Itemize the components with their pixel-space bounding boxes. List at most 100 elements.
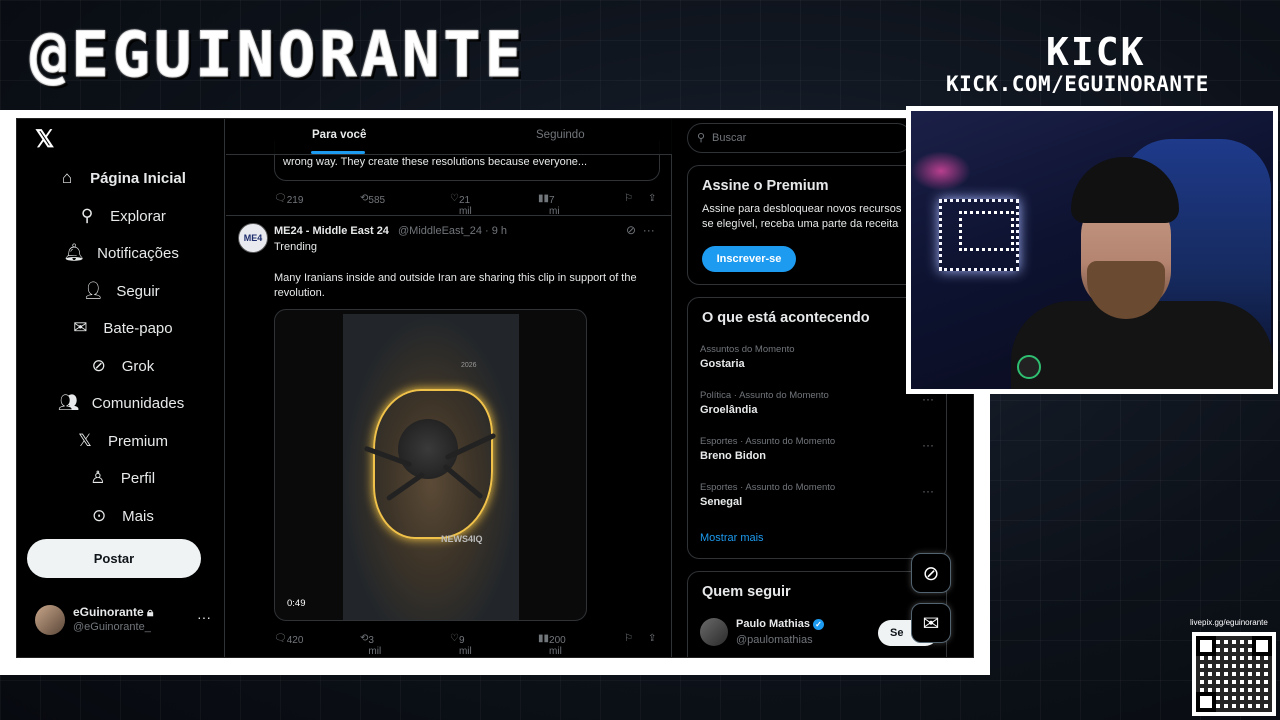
sidebar-item-profile[interactable]: ♙ Perfil (17, 463, 225, 493)
sidebar-item-chat[interactable]: ✉ Bate-papo (17, 313, 225, 343)
more-options-icon[interactable]: ··· (922, 484, 934, 498)
kick-channel-url: KICK.COM/EGUINORANTE (946, 72, 1209, 96)
webcam-frame (906, 106, 1278, 394)
search-input[interactable]: ⚲ Buscar (687, 123, 912, 153)
video-duration: 0:49 (287, 598, 306, 609)
avatar[interactable]: ME4 (238, 223, 268, 253)
sidebar-item-explore[interactable]: ⚲ Explorar (17, 201, 225, 231)
sidebar-item-communities[interactable]: 👥︎ Comunidades (17, 388, 225, 418)
reply-button[interactable]: 🗨︎ 219 (274, 193, 303, 206)
timeline: Para você Seguindo wrong way. They creat… (226, 119, 672, 657)
share-icon[interactable]: ⇪ (648, 633, 656, 644)
post-actions: 🗨︎ 420 ⟲ 3 mil ♡ 9 mil ▮▮ 200 mil ⚐ ⇪ (274, 631, 664, 657)
who-to-follow-title: Quem seguir (702, 584, 791, 600)
post-author[interactable]: ME24 - Middle East 24 (274, 225, 389, 237)
bookmark-icon[interactable]: ⚐ (624, 633, 633, 644)
repost-button[interactable]: ⟲ 3 mil (360, 633, 381, 657)
home-icon: ⌂ (61, 168, 73, 187)
trends-title: O que está acontecendo (702, 310, 870, 326)
left-sidebar: 𝕏 ⌂ Página Inicial ⚲ Explorar 🔔︎ Notific… (17, 119, 225, 657)
more-options-icon[interactable]: ··· (643, 223, 655, 237)
sidebar-item-label: Bate-papo (103, 319, 173, 337)
screen-capture-frame: 𝕏 ⌂ Página Inicial ⚲ Explorar 🔔︎ Notific… (0, 110, 990, 675)
timeline-tabs: Para você Seguindo (226, 119, 672, 155)
sidebar-item-label: Mais (122, 507, 154, 525)
mail-icon[interactable]: ✉ (911, 603, 951, 643)
search-icon: ⚲ (697, 132, 706, 144)
video-watermark: NEWS4IQ (441, 534, 483, 544)
trend-item[interactable]: Esportes · Assunto do Momento Senegal ··… (700, 482, 940, 518)
share-icon[interactable]: ⇪ (648, 193, 656, 204)
more-options-icon[interactable]: ··· (922, 438, 934, 452)
grok-icon[interactable]: ⊘ (911, 553, 951, 593)
profile-handle: @eGuinorante_ (73, 621, 151, 633)
profile-icon: ♙ (90, 468, 106, 487)
neon-light (911, 151, 971, 191)
sidebar-item-label: Comunidades (91, 394, 185, 412)
bookmark-icon[interactable]: ⚐ (624, 193, 633, 204)
avatar (35, 605, 65, 635)
sidebar-item-label: Grok (121, 357, 155, 375)
sidebar-item-label: Premium (107, 432, 168, 450)
microphone (1017, 355, 1041, 379)
communities-icon: 👥︎ (57, 393, 80, 412)
video-year: 2026 (461, 362, 477, 369)
sidebar-item-follow[interactable]: 👤︎ Seguir (17, 276, 225, 306)
post-button[interactable]: Postar (27, 539, 201, 578)
tab-following[interactable]: Seguindo (536, 129, 585, 141)
trend-item[interactable]: Política · Assunto do Momento Groelândia… (700, 390, 940, 426)
follow-icon: 👤︎ (82, 281, 105, 300)
active-tab-indicator (311, 151, 365, 154)
quoted-post-text: wrong way. They create these resolutions… (283, 156, 588, 168)
kick-logo: KICK (1046, 30, 1146, 74)
sidebar-item-label: Notificações (97, 244, 179, 262)
reply-button[interactable]: 🗨︎ 420 (274, 633, 303, 646)
verified-badge-icon: ✓ (812, 618, 824, 630)
trend-item[interactable]: Assuntos do Momento Gostaria (700, 344, 940, 380)
like-button[interactable]: ♡ 9 mil (450, 633, 472, 657)
sidebar-item-more[interactable]: ⊙ Mais (17, 501, 225, 531)
avatar[interactable] (700, 618, 728, 646)
bell-icon: 🔔︎ (63, 243, 85, 262)
views-button[interactable]: ▮▮ 7 mi (538, 193, 560, 217)
post-video[interactable]: 2026 NEWS4IQ 0:49 (274, 309, 587, 621)
sidebar-item-label: Página Inicial (90, 169, 186, 187)
sidebar-item-notifications[interactable]: 🔔︎ Notificações (17, 238, 225, 268)
video-frame: 2026 NEWS4IQ (343, 314, 519, 620)
who-to-follow-card: Quem seguir Paulo Mathias ✓ @paulomathias… (687, 571, 947, 657)
lock-icon: 🔒︎ (147, 605, 154, 619)
post-actions: 🗨︎ 219 ⟲ 585 ♡ 21 mil ▮▮ 7 mi ⚐ ⇪ (274, 191, 664, 217)
grok-icon: ⊘ (91, 356, 106, 375)
show-more-link[interactable]: Mostrar mais (700, 532, 764, 544)
like-button[interactable]: ♡ 21 mil (450, 193, 472, 217)
mail-icon: ✉ (73, 318, 88, 337)
more-icon: ⊙ (92, 506, 107, 525)
sidebar-item-grok[interactable]: ⊘ Grok (17, 351, 225, 381)
more-options-icon[interactable]: ··· (922, 392, 934, 406)
trend-item[interactable]: Esportes · Assunto do Momento Breno Bido… (700, 436, 940, 472)
suggested-user-handle: @paulomathias (736, 634, 813, 646)
tab-for-you[interactable]: Para você (312, 129, 366, 141)
more-options-icon[interactable]: ··· (197, 609, 211, 625)
views-button[interactable]: ▮▮ 200 mil (538, 633, 566, 657)
led-lights (959, 211, 1014, 251)
x-app-window: 𝕏 ⌂ Página Inicial ⚲ Explorar 🔔︎ Notific… (16, 118, 974, 658)
suggested-user-name[interactable]: Paulo Mathias ✓ (736, 618, 824, 630)
post-header-icons: ⊘ ··· (626, 223, 655, 237)
sidebar-item-premium[interactable]: 𝕏 Premium (17, 426, 225, 456)
webcam-feed (911, 111, 1273, 389)
x-icon: 𝕏 (78, 431, 92, 450)
post-text: Many Iranians inside and outside Iran ar… (274, 272, 637, 299)
search-placeholder: Buscar (712, 132, 747, 144)
grok-icon[interactable]: ⊘ (626, 223, 636, 237)
post-handle-time[interactable]: @MiddleEast_24 · 9 h (398, 225, 507, 237)
search-icon: ⚲ (80, 206, 94, 225)
divider (226, 215, 672, 216)
repost-button[interactable]: ⟲ 585 (360, 193, 385, 206)
profile-name: eGuinorante 🔒︎ (73, 605, 154, 619)
account-switcher[interactable]: eGuinorante 🔒︎ @eGuinorante_ ··· (35, 601, 215, 641)
x-logo-icon[interactable]: 𝕏 (35, 125, 54, 154)
sidebar-item-home[interactable]: ⌂ Página Inicial (17, 163, 225, 193)
subscribe-button[interactable]: Inscrever-se (702, 246, 796, 272)
qr-code (1192, 632, 1276, 716)
